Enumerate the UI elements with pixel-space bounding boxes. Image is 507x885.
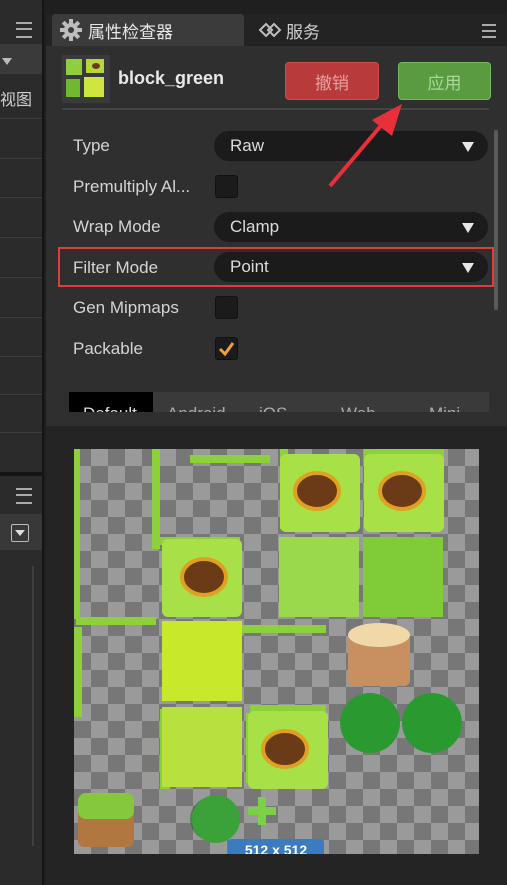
platform-tab-mini[interactable]: Mini [429,404,460,412]
premultiply-label: Premultiply Al... [73,177,191,196]
packable-checkbox[interactable] [215,337,238,360]
platform-tab-ios[interactable]: iOS [259,404,287,412]
checkmark-icon [218,342,235,357]
hamburger-icon[interactable] [16,488,32,504]
chevron-down-icon [462,263,474,273]
wrap-mode-select[interactable]: Clamp [214,212,488,242]
filter-mode-label: Filter Mode [73,258,159,277]
chevron-down-icon [462,223,474,233]
size-badge: 512 x 512 [228,839,324,854]
type-value: Raw [230,136,265,155]
platform-tab-strip: Default Android iOS Web Mini [69,392,489,412]
inspector-scrollbar[interactable] [494,130,498,310]
link-icon [258,22,282,38]
tab-inspector[interactable]: 属性检查器 [52,14,244,46]
asset-thumbnail [62,55,110,103]
tab-services[interactable]: 服务 [252,14,362,46]
gear-icon [60,19,82,41]
packable-label: Packable [73,339,143,358]
asset-name: block_green [118,68,225,88]
tab-inspector-label: 属性检查器 [88,22,173,42]
apply-button[interactable]: 应用 [398,62,491,100]
annotation-arrow-icon [328,104,402,188]
wrap-mode-label: Wrap Mode [73,217,161,236]
panel-tab-bar: 属性检查器 服务 [46,14,507,46]
gen-mipmaps-checkbox[interactable] [215,296,238,319]
filter-mode-value: Point [230,257,269,276]
platform-tab-web[interactable]: Web [341,404,376,412]
wrap-mode-value: Clamp [230,217,280,236]
dropdown-caret-icon[interactable] [2,58,12,65]
platform-tab-default-label: Default [83,404,137,412]
premultiply-checkbox[interactable] [215,175,238,198]
gen-mipmaps-label: Gen Mipmaps [73,298,179,317]
left-panel-fragment-label: 视图 [0,92,33,109]
hamburger-icon[interactable] [16,22,32,38]
filter-mode-select[interactable]: Point [214,252,488,282]
revert-button[interactable]: 撤销 [285,62,379,100]
type-label: Type [73,136,110,155]
chevron-down-icon [462,142,474,152]
header-divider [62,108,489,110]
platform-tab-android[interactable]: Android [167,404,226,412]
texture-preview: 512 x 512 [74,449,479,854]
platform-tab-default[interactable]: Default [69,392,153,412]
hamburger-icon[interactable] [482,24,496,38]
left-panel: 视图 [0,0,44,885]
dropdown-box-icon[interactable] [11,524,29,542]
texture-tiles [74,449,462,847]
tab-services-label: 服务 [286,22,320,42]
